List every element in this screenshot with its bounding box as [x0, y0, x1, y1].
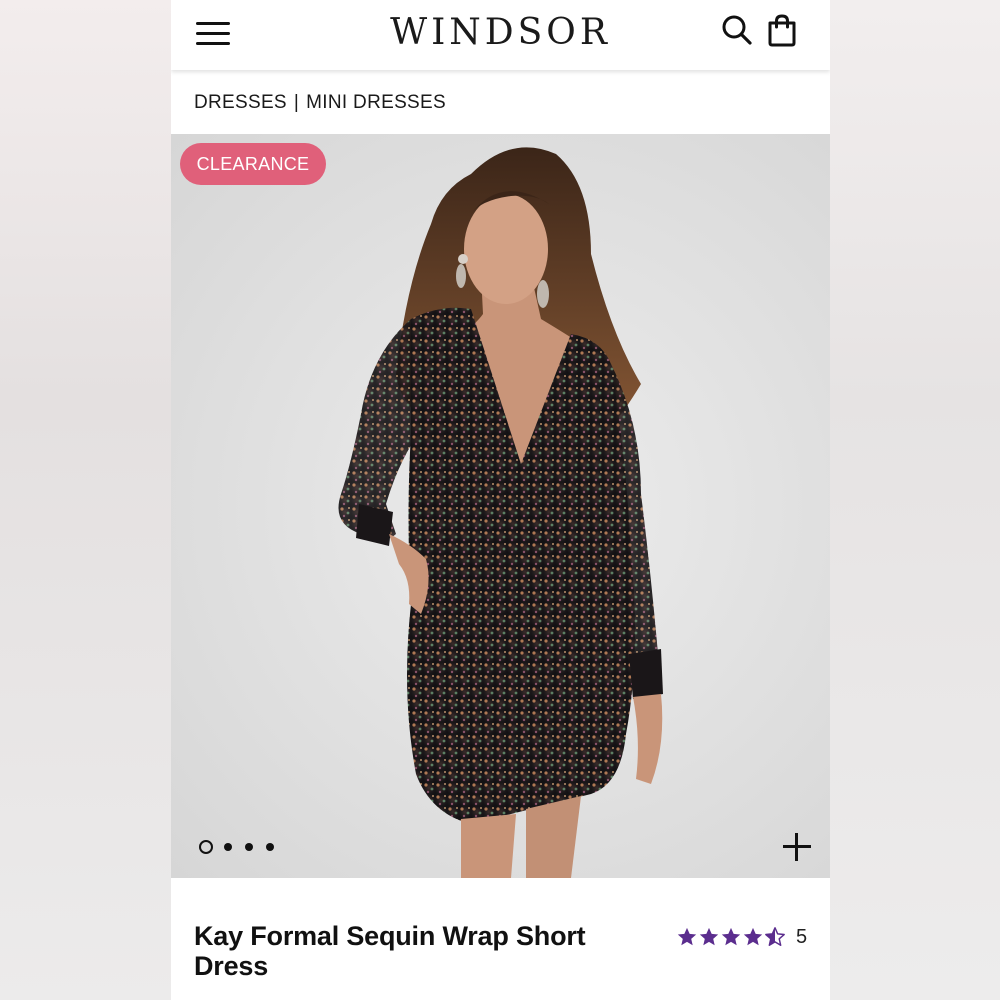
shopping-bag-icon [768, 14, 796, 47]
backdrop-left [0, 0, 171, 1000]
site-header: WINDSOR [171, 0, 830, 70]
breadcrumb-link-dresses[interactable]: DRESSES [194, 92, 287, 113]
search-icon [722, 15, 752, 45]
star-full-icon [677, 927, 697, 946]
product-image-carousel[interactable]: CLEARANCE [171, 134, 830, 878]
carousel-dot-2[interactable] [224, 843, 232, 851]
star-half-icon [765, 927, 785, 946]
star-full-icon [743, 927, 763, 946]
product-photo [338, 147, 663, 878]
zoom-plus-icon[interactable] [781, 831, 813, 863]
product-rating[interactable]: 5 [676, 924, 807, 950]
product-title: Kay Formal Sequin Wrap Short Dress [194, 921, 586, 981]
backdrop-right [830, 0, 1000, 1000]
product-page: WINDSOR DRESSES | MINI DRESSES CLEARANCE… [171, 0, 830, 1000]
review-count: 5 [796, 925, 808, 948]
breadcrumb-link-mini-dresses[interactable]: MINI DRESSES [306, 92, 446, 113]
cart-button[interactable] [764, 12, 800, 48]
clearance-badge: CLEARANCE [180, 143, 326, 185]
carousel-dot-3[interactable] [245, 843, 253, 851]
breadcrumb-separator: | [293, 92, 300, 113]
star-full-icon [699, 927, 719, 946]
carousel-dot-4[interactable] [266, 843, 274, 851]
rating-stars [676, 926, 786, 948]
search-button[interactable] [719, 12, 755, 48]
breadcrumb-bar: DRESSES | MINI DRESSES [171, 72, 830, 134]
carousel-dot-1[interactable] [199, 840, 213, 854]
breadcrumb: DRESSES | MINI DRESSES [194, 92, 446, 114]
star-full-icon [721, 927, 741, 946]
